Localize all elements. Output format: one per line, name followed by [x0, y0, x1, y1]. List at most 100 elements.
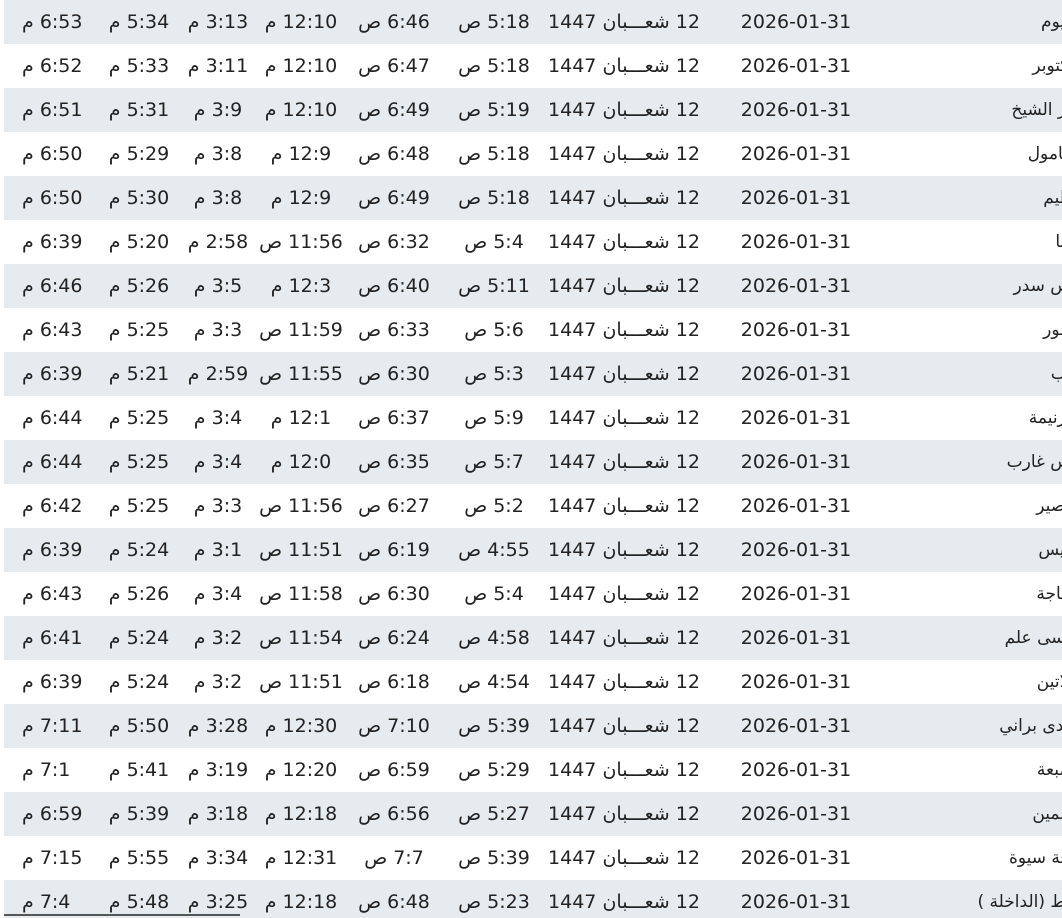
- isha-time-cell: 6:43 م: [22, 583, 83, 605]
- table-row: راس غارب 2026-01-31 12 شعـــبان 1447 5:7 ص 6…: [4, 440, 1062, 484]
- isha-time-cell: 7:1 م: [22, 759, 71, 781]
- maghrib-time-cell: 5:25 م: [108, 319, 170, 341]
- sunrise-time-cell: 6:49 ص: [358, 99, 430, 121]
- asr-time-cell: 2:59 م: [187, 363, 249, 385]
- city-cell: سيدى براني: [999, 716, 1062, 736]
- hijri-date-cell: 12 شعـــبان 1447: [548, 671, 700, 693]
- asr-time-cell: 3:25 م: [187, 891, 249, 913]
- city-cell: العلمين: [1032, 804, 1062, 824]
- hijri-date-cell: 12 شعـــبان 1447: [548, 407, 700, 429]
- fajr-time-cell: 5:18 ص: [458, 143, 530, 165]
- hijri-date-cell: 12 شعـــبان 1447: [548, 11, 700, 33]
- maghrib-time-cell: 5:55 م: [108, 847, 170, 869]
- hijri-date-cell: 12 شعـــبان 1447: [548, 495, 700, 517]
- city-cell: سفاجة: [1036, 584, 1062, 604]
- asr-time-cell: 2:58 م: [187, 231, 249, 253]
- asr-time-cell: 3:8 م: [193, 187, 243, 209]
- sunrise-time-cell: 6:30 ص: [358, 583, 430, 605]
- fajr-time-cell: 5:11 ص: [458, 275, 530, 297]
- table-row: ابوزنيمة 2026-01-31 12 شعـــبان 1447 5:9 ص 6…: [4, 396, 1062, 440]
- sunrise-time-cell: 6:37 ص: [358, 407, 430, 429]
- isha-time-cell: 7:15 م: [22, 847, 83, 869]
- prayer-times-table-container: الفيوم 2026-01-31 12 شعـــبان 1447 5:18 ص 6:…: [4, 0, 1062, 918]
- asr-time-cell: 3:9 م: [193, 99, 243, 121]
- gregorian-date-cell: 2026-01-31: [740, 803, 852, 825]
- dhuhr-time-cell: 12:20 م: [264, 759, 338, 781]
- maghrib-time-cell: 5:41 م: [108, 759, 170, 781]
- dhuhr-time-cell: 11:51 ص: [259, 671, 343, 693]
- fajr-time-cell: 5:18 ص: [458, 187, 530, 209]
- asr-time-cell: 3:3 م: [193, 495, 243, 517]
- city-cell: ابوزنيمة: [1028, 408, 1062, 428]
- city-cell: موط (الداخلة ): [977, 892, 1062, 912]
- asr-time-cell: 3:34 م: [187, 847, 249, 869]
- city-cell: راس غارب: [1006, 452, 1062, 472]
- gregorian-date-cell: 2026-01-31: [740, 891, 852, 913]
- isha-time-cell: 6:52 م: [22, 55, 83, 77]
- table-row: راس سدر 2026-01-31 12 شعـــبان 1447 5:11 ص 6…: [4, 264, 1062, 308]
- fajr-time-cell: 5:4 ص: [464, 583, 524, 605]
- sunrise-time-cell: 6:47 ص: [358, 55, 430, 77]
- city-cell: الضبعة: [1036, 760, 1062, 780]
- dhuhr-time-cell: 11:55 ص: [259, 363, 343, 385]
- table-row: الفيوم 2026-01-31 12 شعـــبان 1447 5:18 ص 6:…: [4, 0, 1062, 44]
- gregorian-date-cell: 2026-01-31: [740, 847, 852, 869]
- gregorian-date-cell: 2026-01-31: [740, 715, 852, 737]
- isha-time-cell: 6:42 م: [22, 495, 83, 517]
- isha-time-cell: 6:41 م: [22, 627, 83, 649]
- dhuhr-time-cell: 11:58 ص: [259, 583, 343, 605]
- gregorian-date-cell: 2026-01-31: [740, 627, 852, 649]
- table-row: الحامول 2026-01-31 12 شعـــبان 1447 5:18 ص 6…: [4, 132, 1062, 176]
- scroll-indicator-line: [4, 914, 240, 916]
- maghrib-time-cell: 5:24 م: [108, 539, 170, 561]
- table-row: شلاتين 2026-01-31 12 شعـــبان 1447 4:54 ص 6:…: [4, 660, 1062, 704]
- dhuhr-time-cell: 12:10 م: [264, 55, 338, 77]
- hijri-date-cell: 12 شعـــبان 1447: [548, 451, 700, 473]
- isha-time-cell: 6:44 م: [22, 451, 83, 473]
- asr-time-cell: 3:4 م: [193, 407, 243, 429]
- fajr-time-cell: 5:2 ص: [464, 495, 524, 517]
- isha-time-cell: 6:39 م: [22, 363, 83, 385]
- dhuhr-time-cell: 12:30 م: [264, 715, 338, 737]
- city-cell: 6أكتوبر: [1032, 56, 1062, 76]
- gregorian-date-cell: 2026-01-31: [740, 671, 852, 693]
- gregorian-date-cell: 2026-01-31: [740, 55, 852, 77]
- hijri-date-cell: 12 شعـــبان 1447: [548, 539, 700, 561]
- hijri-date-cell: 12 شعـــبان 1447: [548, 891, 700, 913]
- fajr-time-cell: 4:58 ص: [458, 627, 530, 649]
- dhuhr-time-cell: 12:9 م: [270, 187, 332, 209]
- isha-time-cell: 6:51 م: [22, 99, 83, 121]
- fajr-time-cell: 5:39 ص: [458, 715, 530, 737]
- dhuhr-time-cell: 12:10 م: [264, 11, 338, 33]
- gregorian-date-cell: 2026-01-31: [740, 143, 852, 165]
- maghrib-time-cell: 5:31 م: [108, 99, 170, 121]
- table-row: سيدى براني 2026-01-31 12 شعـــبان 1447 5:39…: [4, 704, 1062, 748]
- hijri-date-cell: 12 شعـــبان 1447: [548, 187, 700, 209]
- sunrise-time-cell: 6:18 ص: [358, 671, 430, 693]
- hijri-date-cell: 12 شعـــبان 1447: [548, 803, 700, 825]
- asr-time-cell: 3:2 م: [193, 627, 243, 649]
- table-row: العلمين 2026-01-31 12 شعـــبان 1447 5:27 ص 6…: [4, 792, 1062, 836]
- gregorian-date-cell: 2026-01-31: [740, 231, 852, 253]
- city-cell: مرسى علم: [1004, 628, 1062, 648]
- dhuhr-time-cell: 12:9 م: [270, 143, 332, 165]
- gregorian-date-cell: 2026-01-31: [740, 539, 852, 561]
- maghrib-time-cell: 5:30 م: [108, 187, 170, 209]
- maghrib-time-cell: 5:33 م: [108, 55, 170, 77]
- maghrib-time-cell: 5:20 م: [108, 231, 170, 253]
- asr-time-cell: 3:11 م: [187, 55, 249, 77]
- fajr-time-cell: 5:7 ص: [464, 451, 524, 473]
- gregorian-date-cell: 2026-01-31: [740, 583, 852, 605]
- asr-time-cell: 3:4 م: [193, 451, 243, 473]
- table-row: سفاجة 2026-01-31 12 شعـــبان 1447 5:4 ص 6:30…: [4, 572, 1062, 616]
- asr-time-cell: 3:5 م: [193, 275, 243, 297]
- dhuhr-time-cell: 12:3 م: [270, 275, 332, 297]
- dhuhr-time-cell: 12:1 م: [270, 407, 332, 429]
- hijri-date-cell: 12 شعـــبان 1447: [548, 715, 700, 737]
- fajr-time-cell: 5:19 ص: [458, 99, 530, 121]
- city-cell: بلطيم: [1043, 188, 1062, 208]
- hijri-date-cell: 12 شعـــبان 1447: [548, 55, 700, 77]
- table-row: واحة سيوة 2026-01-31 12 شعـــبان 1447 5:39 …: [4, 836, 1062, 880]
- city-cell: الحامول: [1027, 144, 1062, 164]
- maghrib-time-cell: 5:21 م: [108, 363, 170, 385]
